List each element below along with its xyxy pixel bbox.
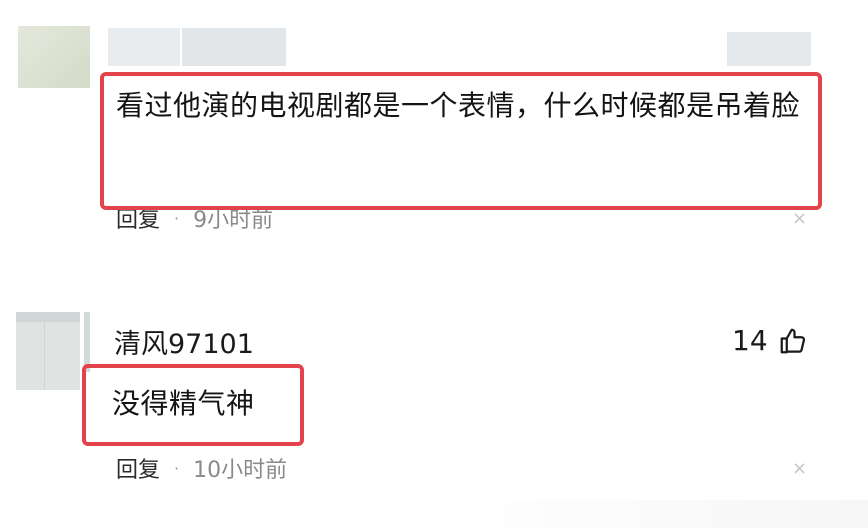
comment-list: 看过他演的电视剧都是一个表情，什么时候都是吊着脸 回复 · 9小时前 × 清风9… [0, 0, 868, 528]
close-icon[interactable]: × [792, 460, 807, 478]
thumbs-up-icon[interactable] [778, 326, 808, 356]
username[interactable]: 清风97101 [114, 322, 254, 361]
highlight-box [100, 72, 822, 210]
separator: · [174, 458, 180, 478]
reply-button[interactable]: 回复 [116, 452, 160, 484]
username-blurred [182, 28, 286, 66]
like-button[interactable]: 14 [732, 324, 808, 357]
comment-meta: 回复 · 10小时前 [116, 452, 287, 484]
like-count: 14 [732, 324, 768, 357]
close-icon[interactable]: × [792, 210, 807, 228]
highlight-box [82, 364, 304, 446]
timestamp: 10小时前 [193, 458, 288, 483]
like-count-blurred [727, 32, 811, 66]
avatar-edge [84, 312, 90, 372]
watermark-fade [430, 500, 868, 528]
avatar[interactable] [16, 312, 80, 390]
avatar[interactable] [18, 26, 90, 88]
username-blurred [108, 28, 180, 66]
separator: · [174, 208, 180, 228]
